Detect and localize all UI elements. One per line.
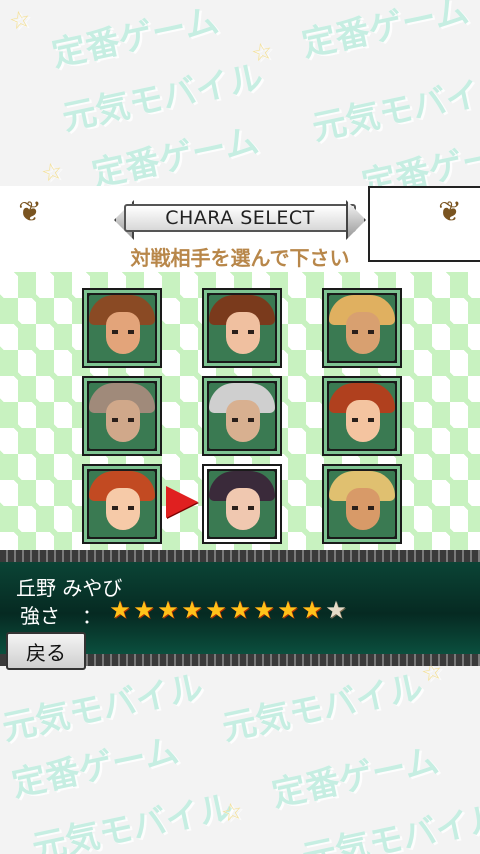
star-filled-icon: ★ bbox=[229, 596, 251, 624]
strength-label: 強さ bbox=[20, 604, 60, 628]
character-name: 丘野 みやび bbox=[16, 576, 123, 600]
character-portrait[interactable] bbox=[322, 376, 402, 456]
watermark-star-icon: ☆ bbox=[218, 796, 246, 828]
portrait-eyes bbox=[352, 330, 374, 334]
star-filled-icon: ★ bbox=[157, 596, 179, 624]
star-filled-icon: ★ bbox=[133, 596, 155, 624]
page-title: CHARA SELECT bbox=[124, 204, 356, 232]
page-subtitle: 対戦相手を選んで下さい bbox=[130, 246, 350, 270]
watermark-text: 定番ゲーム bbox=[298, 0, 473, 66]
plate-cap-right bbox=[346, 200, 366, 240]
watermark-star-icon: ☆ bbox=[38, 156, 66, 188]
character-portrait[interactable] bbox=[202, 288, 282, 368]
star-filled-icon: ★ bbox=[205, 596, 227, 624]
star-filled-icon: ★ bbox=[277, 596, 299, 624]
portrait-eyes bbox=[352, 418, 374, 422]
watermark-text: 元気モバイル bbox=[308, 67, 480, 149]
portrait-eyes bbox=[232, 330, 254, 334]
portrait-eyes bbox=[112, 330, 134, 334]
strength-colon: ： bbox=[82, 604, 102, 628]
star-filled-icon: ★ bbox=[181, 596, 203, 624]
character-portrait[interactable] bbox=[82, 376, 162, 456]
character-portrait[interactable] bbox=[202, 464, 282, 544]
star-filled-icon: ★ bbox=[109, 596, 131, 624]
portrait-eyes bbox=[112, 506, 134, 510]
portrait-eyes bbox=[112, 418, 134, 422]
title-plate: CHARA SELECT bbox=[114, 200, 366, 240]
watermark-star-icon: ☆ bbox=[6, 4, 34, 36]
ornament-left-icon: ❦ bbox=[18, 195, 42, 228]
portrait-eyes bbox=[232, 506, 254, 510]
character-portrait[interactable] bbox=[322, 288, 402, 368]
back-button[interactable]: 戻る bbox=[6, 632, 86, 670]
character-portrait[interactable] bbox=[82, 288, 162, 368]
character-portrait[interactable] bbox=[202, 376, 282, 456]
panel-rail-top bbox=[0, 550, 480, 562]
strength-rating: ★ ★ ★ ★ ★ ★ ★ ★ ★ ★ bbox=[108, 598, 348, 622]
watermark-text: 定番ゲーム bbox=[268, 740, 443, 816]
star-filled-icon: ★ bbox=[301, 596, 323, 624]
watermark-text: 元気モバイル bbox=[218, 667, 427, 749]
portrait-eyes bbox=[352, 506, 374, 510]
selection-cursor-icon bbox=[166, 486, 198, 518]
portrait-eyes bbox=[232, 418, 254, 422]
watermark-text: 元気モバイル bbox=[0, 667, 207, 749]
ornament-right-icon: ❦ bbox=[438, 195, 462, 228]
character-portrait[interactable] bbox=[82, 464, 162, 544]
watermark-star-icon: ☆ bbox=[248, 36, 276, 68]
character-portrait[interactable] bbox=[322, 464, 402, 544]
star-filled-icon: ★ bbox=[253, 596, 275, 624]
star-empty-icon: ★ bbox=[325, 596, 347, 624]
